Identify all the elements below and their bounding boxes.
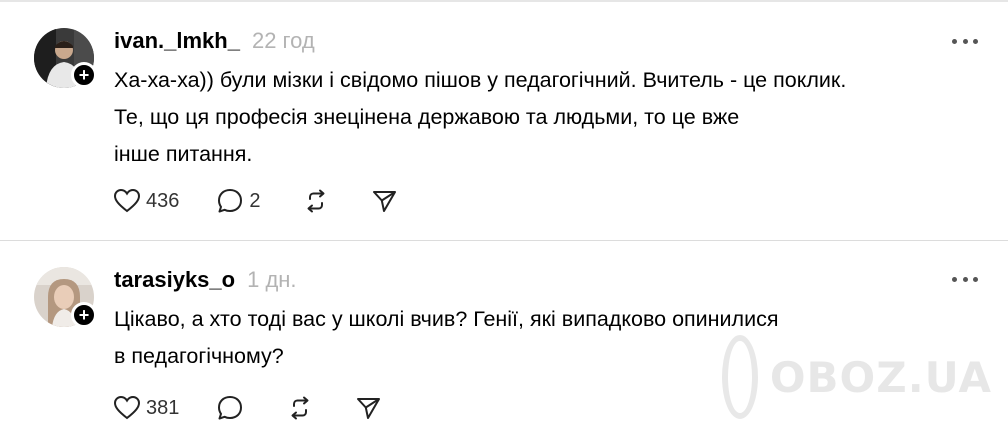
like-button[interactable]: 381 — [112, 393, 179, 423]
more-dots-icon[interactable] — [952, 275, 978, 283]
heart-icon — [113, 395, 141, 420]
avatar-container[interactable]: + — [34, 28, 97, 88]
username[interactable]: tarasiyks_o — [114, 267, 235, 293]
timestamp[interactable]: 22 год — [252, 28, 315, 54]
follow-button[interactable]: + — [71, 62, 97, 88]
speech-bubble-icon — [218, 396, 243, 420]
post-header: ivan._lmkh_ 22 год — [114, 28, 315, 54]
like-button[interactable]: 436 — [112, 186, 179, 216]
timestamp[interactable]: 1 дн. — [247, 267, 296, 293]
watermark-logo-icon — [722, 335, 758, 419]
follow-button[interactable]: + — [71, 302, 97, 328]
action-bar: 381 — [112, 393, 383, 423]
post-header: tarasiyks_o 1 дн. — [114, 267, 297, 293]
avatar-container[interactable]: + — [34, 267, 97, 328]
reply-button[interactable]: 2 — [215, 186, 261, 216]
repost-button[interactable] — [301, 186, 331, 216]
post-text: Ха-ха-ха)) були мізки і свідомо пішов у … — [114, 62, 994, 173]
post-text-line: Ха-ха-ха)) були мізки і свідомо пішов у … — [114, 68, 847, 92]
post-text-line: Цікаво, а хто тоді вас у школі вчив? Ген… — [114, 307, 779, 331]
watermark: OBOZ.UA — [722, 334, 992, 420]
reply-count: 2 — [249, 189, 261, 212]
share-button[interactable] — [353, 393, 383, 423]
like-count: 381 — [146, 396, 180, 419]
share-button[interactable] — [369, 186, 399, 216]
repost-button[interactable] — [285, 393, 315, 423]
post-text-line: інше питання. — [114, 142, 253, 166]
post-text-line: Те, що ця професія знецінена державою та… — [114, 105, 740, 129]
send-icon — [372, 191, 396, 212]
like-count: 436 — [146, 189, 180, 212]
post: + ivan._lmkh_ 22 год Ха-ха-ха)) були міз… — [0, 0, 1008, 240]
reply-button[interactable] — [215, 393, 249, 423]
repost-icon — [291, 396, 309, 420]
action-bar: 436 2 — [112, 186, 399, 216]
watermark-text: OBOZ.UA — [769, 352, 992, 402]
heart-icon — [113, 188, 141, 213]
username[interactable]: ivan._lmkh_ — [114, 28, 240, 54]
send-icon — [357, 398, 381, 419]
speech-bubble-icon — [218, 189, 243, 213]
more-dots-icon[interactable] — [952, 37, 978, 45]
repost-icon — [307, 189, 324, 213]
